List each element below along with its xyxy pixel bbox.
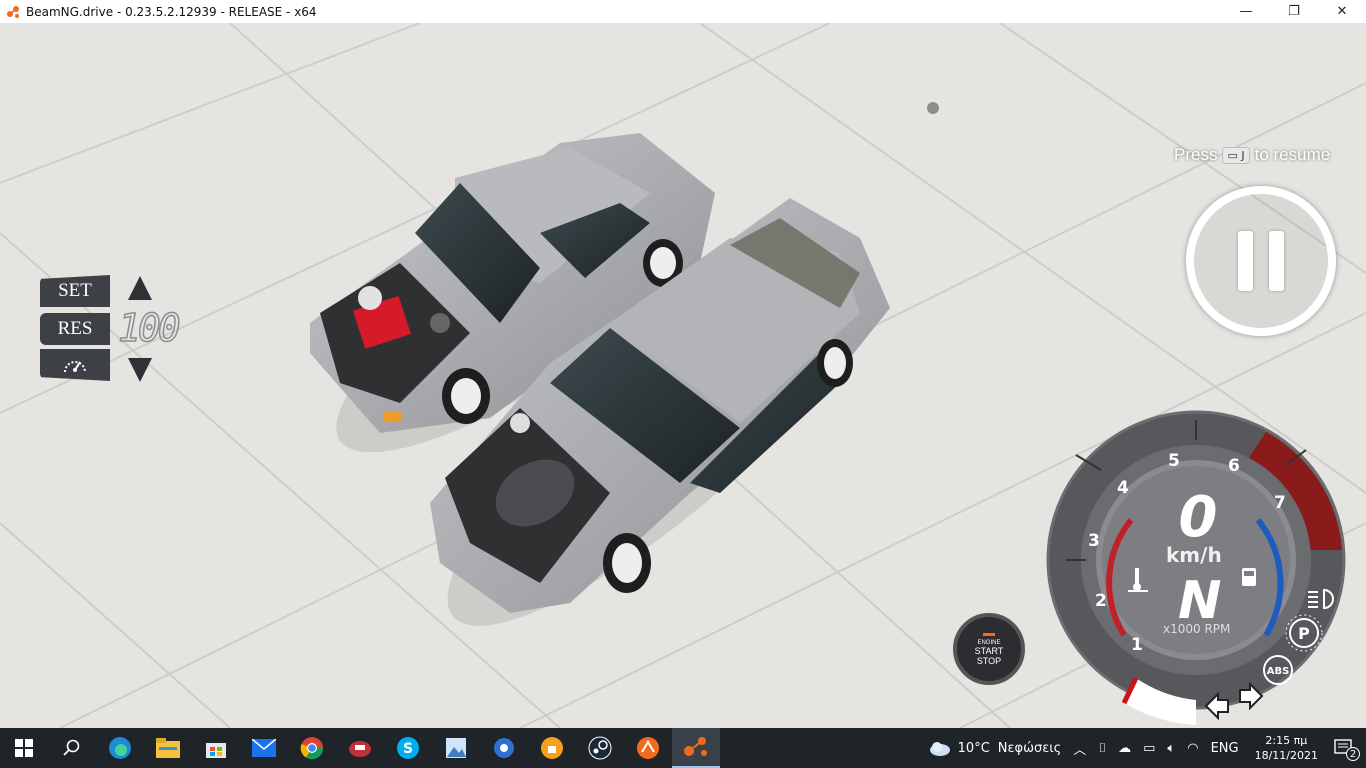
rpm-tick-7: 7 (1274, 493, 1286, 513)
pause-bar-right (1269, 231, 1284, 291)
rpm-label: x1000 RPM (1163, 622, 1231, 636)
clock-date: 18/11/2021 (1254, 749, 1318, 762)
rpm-tick-2: 2 (1095, 591, 1107, 611)
resume-hint: Press ▭ J to resume (1174, 145, 1330, 165)
resume-hint-key: J (1241, 148, 1245, 162)
search-icon[interactable] (48, 728, 96, 768)
skype-icon[interactable]: S (384, 728, 432, 768)
engine-start-stop-button[interactable]: ENGINE START STOP (953, 613, 1025, 685)
cruise-toggle-button[interactable] (40, 349, 110, 381)
rpm-tick-4: 4 (1117, 478, 1129, 498)
svg-text:S: S (403, 741, 413, 757)
cruise-set-button[interactable]: SET (40, 275, 110, 307)
engine-status-led (983, 632, 995, 636)
app-orange-icon[interactable] (624, 728, 672, 768)
minimize-button[interactable]: — (1222, 0, 1270, 23)
tray-app-icon[interactable]: ⌷ (1098, 741, 1106, 756)
close-button[interactable]: ✕ (1318, 0, 1366, 23)
notification-count: 2 (1346, 747, 1360, 761)
weather-widget[interactable]: 10°C Νεφώσεις (928, 740, 1062, 756)
window-titlebar: BeamNG.drive - 0.23.5.2.12939 - RELEASE … (0, 0, 1366, 23)
speed-unit: km/h (1166, 543, 1222, 567)
dashboard-gauge: P ABS (1046, 410, 1346, 725)
battery-icon[interactable]: ▭ (1143, 741, 1155, 756)
cruise-decrease-button[interactable] (128, 358, 152, 382)
beamng-icon[interactable] (672, 728, 720, 768)
clock-time: 2:15 πμ (1265, 734, 1308, 747)
system-tray: 10°C Νεφώσεις ︿ ⌷ ☁ ▭ 🔈︎ ◠ ENG 2:15 πμ 1… (922, 728, 1366, 768)
svg-text:P: P (1298, 624, 1310, 643)
cloud-icon (929, 742, 950, 756)
svg-text:ABS: ABS (1267, 666, 1290, 677)
stop-label: STOP (976, 655, 1002, 666)
file-explorer-icon[interactable] (144, 728, 192, 768)
cruise-increase-button[interactable] (128, 276, 152, 300)
start-label: START (974, 645, 1004, 656)
notifications-icon[interactable]: 2 (1334, 739, 1360, 761)
speedometer-icon (64, 361, 86, 373)
windows-start-icon[interactable] (0, 728, 48, 768)
tray-cloud-icon[interactable]: ☁ (1118, 741, 1131, 756)
window-title: BeamNG.drive - 0.23.5.2.12939 - RELEASE … (26, 4, 317, 19)
wifi-icon[interactable]: ◠ (1187, 741, 1198, 756)
maximize-button[interactable]: ❐ (1270, 0, 1318, 23)
pause-bar-left (1238, 231, 1253, 291)
mail-icon[interactable] (240, 728, 288, 768)
rpm-tick-1: 1 (1131, 635, 1143, 655)
resume-hint-press: Press (1174, 145, 1218, 164)
volume-icon[interactable]: 🔈︎ (1167, 741, 1175, 756)
beamng-app-icon (7, 5, 19, 18)
rpm-tick-5: 5 (1168, 451, 1180, 471)
rpm-tick-6: 6 (1228, 456, 1240, 476)
weather-text: Νεφώσεις (997, 740, 1062, 756)
clock[interactable]: 2:15 πμ 18/11/2021 (1255, 733, 1318, 763)
speed-readout: 0 (1178, 485, 1218, 550)
app-red-icon[interactable] (336, 728, 384, 768)
chevron-up-icon[interactable]: ︿ (1073, 739, 1086, 758)
windows-taskbar: S 10°C Νεφώσεις ︿ ⌷ ☁ ▭ 🔈︎ ◠ ENG 2:15 πμ… (0, 728, 1366, 768)
store-icon[interactable] (192, 728, 240, 768)
photos-icon[interactable] (432, 728, 480, 768)
cruise-resume-button[interactable]: RES (40, 313, 110, 345)
language-indicator[interactable]: ENG (1211, 741, 1239, 756)
fuel-icon (1242, 568, 1256, 586)
vpn-icon[interactable] (528, 728, 576, 768)
game-viewport[interactable]: SET RES 100 Press ▭ J to resume ENGINE S… (0, 23, 1366, 728)
pause-button[interactable] (1186, 186, 1336, 336)
cruise-speed-value: 100 (117, 305, 181, 351)
resume-hint-text: to resume (1254, 145, 1331, 164)
rpm-tick-3: 3 (1088, 531, 1100, 551)
weather-temp: 10°C (957, 740, 990, 756)
keyboard-key-icon: ▭ J (1222, 146, 1250, 164)
app-blue-icon[interactable] (480, 728, 528, 768)
edge-icon[interactable] (96, 728, 144, 768)
chrome-icon[interactable] (288, 728, 336, 768)
steam-icon[interactable] (576, 728, 624, 768)
